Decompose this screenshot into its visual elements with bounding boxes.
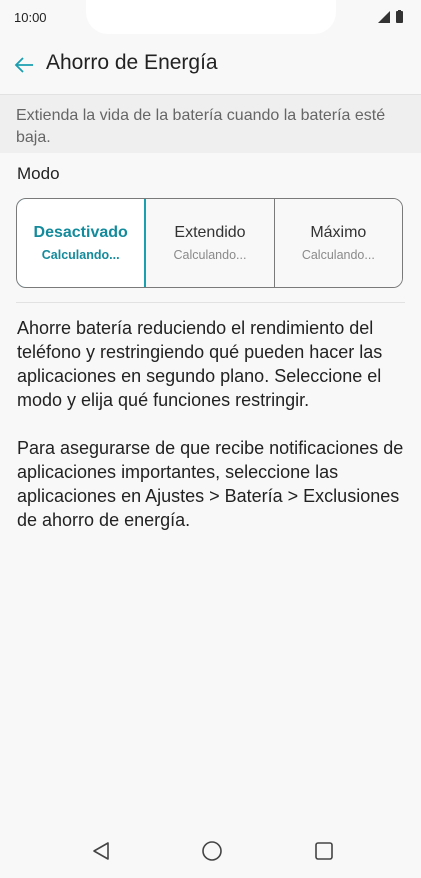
mode-option-title: Extendido [174, 224, 246, 241]
status-icons [378, 10, 403, 23]
mode-selector: Desactivado Calculando... Extendido Calc… [16, 198, 403, 288]
recents-square-icon [315, 842, 333, 860]
app-bar: Ahorro de Energía [0, 36, 421, 94]
description-text: Extienda la vida de la batería cuando la… [16, 107, 386, 146]
battery-icon [396, 11, 403, 23]
nav-home-button[interactable] [199, 838, 225, 864]
signal-icon [378, 11, 390, 23]
status-time: 10:00 [14, 10, 47, 25]
mode-option-title: Desactivado [33, 224, 128, 241]
navigation-bar [0, 824, 421, 878]
mode-option-subtitle: Calculando... [173, 248, 247, 262]
nav-back-button[interactable] [88, 838, 114, 864]
mode-option-subtitle: Calculando... [301, 248, 375, 262]
back-triangle-icon [93, 842, 109, 860]
mode-label: Modo [17, 164, 60, 183]
home-circle-icon [202, 841, 222, 861]
mode-option-title: Máximo [310, 224, 367, 241]
display-notch [86, 0, 336, 34]
divider [16, 302, 405, 303]
mode-option-subtitle: Calculando... [41, 248, 120, 262]
mode-option-maximo[interactable]: Máximo Calculando... [273, 199, 402, 287]
arrow-left-icon [14, 57, 33, 73]
info-paragraph-2: Para asegurarse de que recibe notificaci… [17, 438, 404, 530]
description-band: Extienda la vida de la batería cuando la… [0, 94, 421, 153]
nav-recents-button[interactable] [311, 838, 337, 864]
page-title: Ahorro de Energía [46, 51, 218, 74]
status-bar: 10:00 [0, 0, 421, 36]
info-paragraph-1: Ahorre batería reduciendo el rendimiento… [17, 318, 383, 410]
mode-option-desactivado[interactable]: Desactivado Calculando... [17, 199, 146, 287]
mode-option-extendido[interactable]: Extendido Calculando... [145, 199, 274, 287]
back-button[interactable] [8, 50, 40, 80]
